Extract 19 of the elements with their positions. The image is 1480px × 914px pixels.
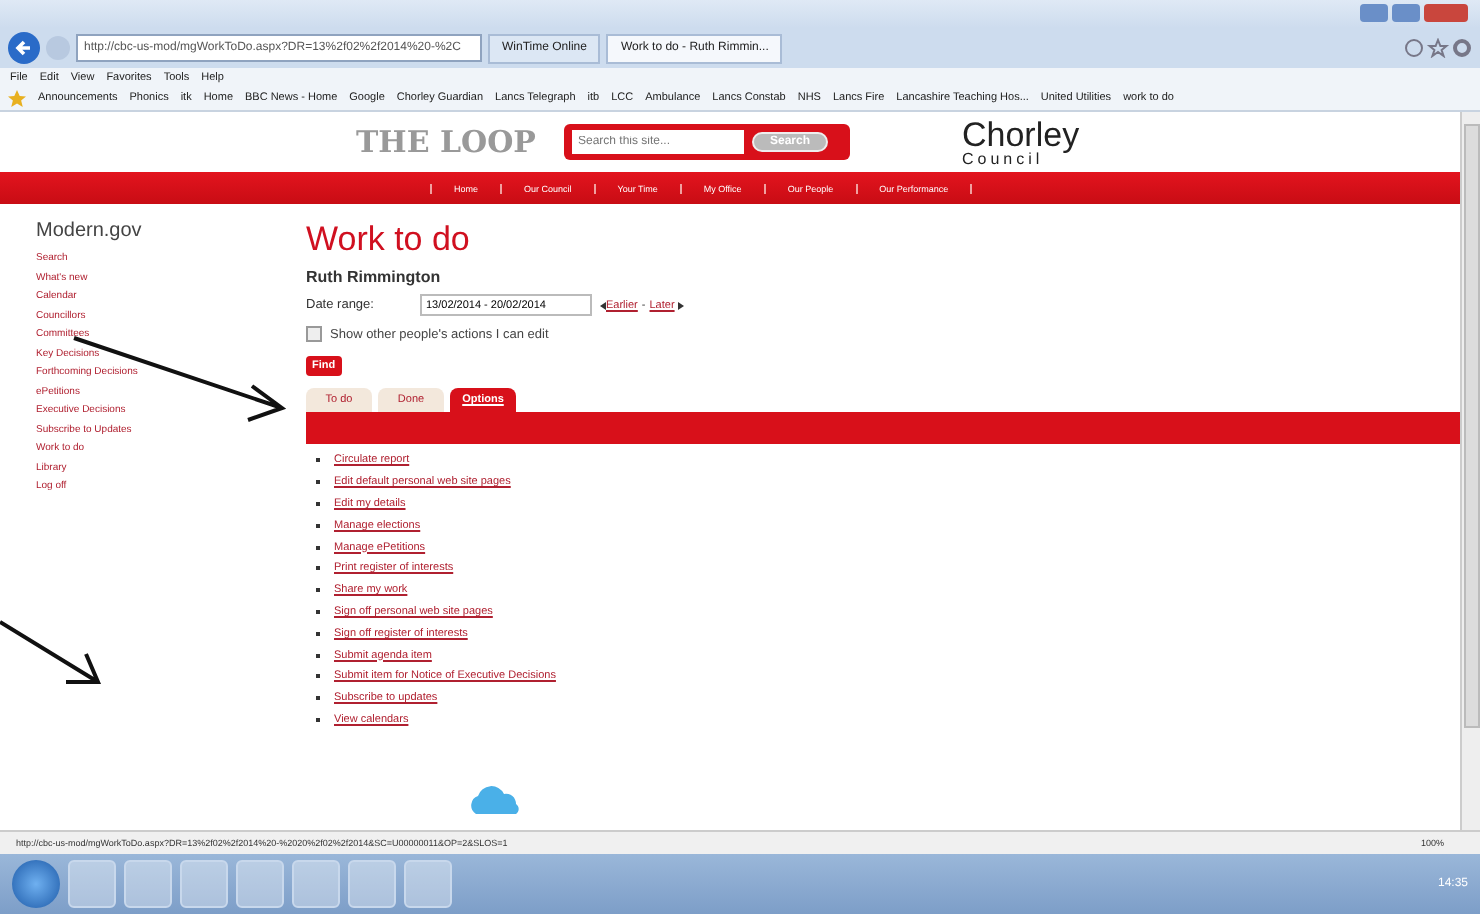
sidebar-title: Modern.gov [36, 220, 144, 242]
checkbox[interactable] [306, 326, 322, 342]
left-arrow-icon [600, 301, 606, 309]
back-icon [14, 38, 34, 58]
minimize-button[interactable] [1360, 4, 1388, 22]
close-button[interactable] [1424, 4, 1468, 22]
star-icon[interactable] [8, 89, 26, 107]
scrollbar[interactable] [1460, 112, 1480, 830]
council-logo: Chorley [962, 117, 1080, 151]
site-logo: THE LOOP [356, 124, 538, 160]
page-title: Work to do [306, 220, 472, 260]
right-arrow-icon [678, 301, 685, 309]
annotation-arrow [0, 618, 104, 686]
start-button[interactable] [12, 860, 60, 908]
toolbar-icons[interactable] [1404, 38, 1472, 58]
person-name: Ruth Rimmington [306, 268, 443, 286]
council-subtitle: Council [962, 151, 1044, 167]
maximize-button[interactable] [1392, 4, 1420, 22]
back-button[interactable] [8, 32, 40, 64]
